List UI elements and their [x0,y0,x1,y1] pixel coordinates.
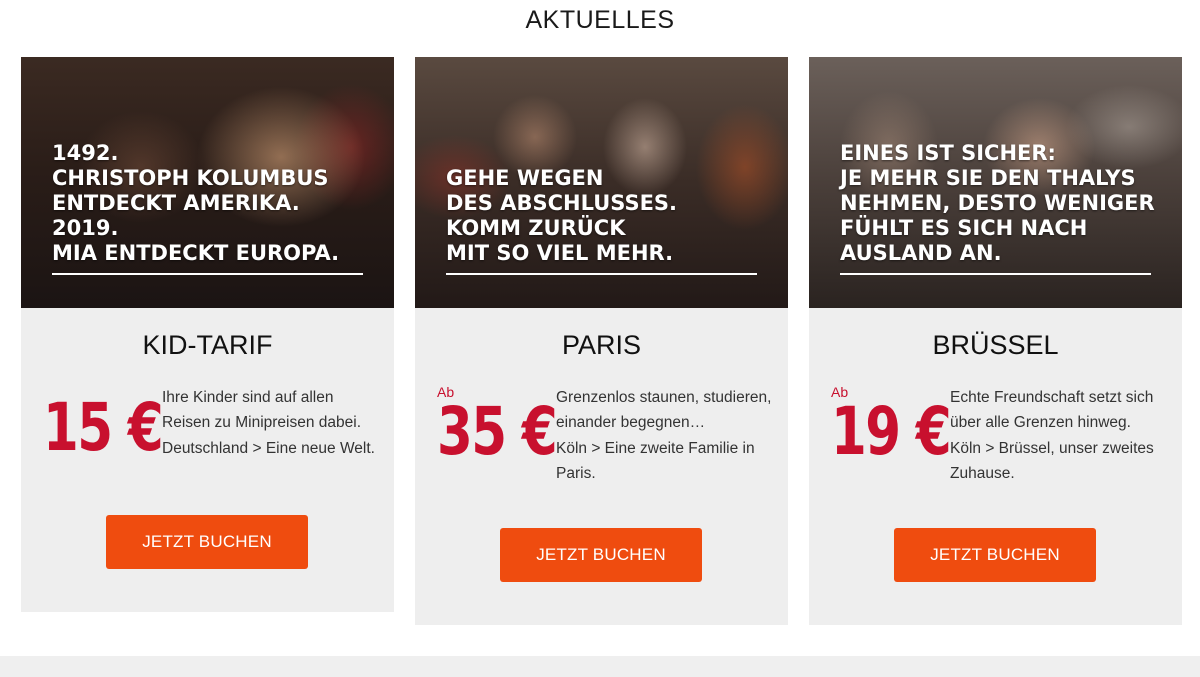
promo-image[interactable]: 1492. CHRISTOPH KOLUMBUS ENTDECKT AMERIK… [21,57,394,308]
description-text: Echte Freundschaft setzt sich über alle … [950,389,1154,432]
price-block: 15 € [43,389,164,480]
image-headline: 1492. CHRISTOPH KOLUMBUS ENTDECKT AMERIK… [52,141,340,265]
description-text: Grenzenlos staunen, studieren, einander … [556,389,772,432]
offer-description: Ihre Kinder sind auf allen Reisen zu Min… [162,385,378,461]
offer-description: Echte Freundschaft setzt sich über alle … [950,385,1166,486]
headline-underline [840,273,1151,275]
footer-strip [0,656,1200,677]
price-amount: 35 € [437,393,558,470]
book-now-button[interactable]: JETZT BUCHEN [500,528,702,582]
card-title: PARIS [561,330,642,360]
description-text: Ihre Kinder sind auf allen Reisen zu Min… [162,389,362,432]
description-route: Köln > Brüssel, unser zweites Zuhause. [950,439,1154,482]
offer-card-paris: GEHE WEGEN DES ABSCHLUSSES. KOMM ZURÜCK … [415,57,788,625]
offer-card-bruessel: EINES IST SICHER: JE MEHR SIE DEN THALYS… [809,57,1182,625]
price-block: Ab 19 € [831,384,952,474]
book-now-button[interactable]: JETZT BUCHEN [106,515,308,569]
image-headline: EINES IST SICHER: JE MEHR SIE DEN THALYS… [840,141,1155,265]
image-headline: GEHE WEGEN DES ABSCHLUSSES. KOMM ZURÜCK … [446,166,678,265]
description-route: Köln > Eine zweite Familie in Paris. [556,439,755,482]
card-title: KID-TARIF [142,330,273,360]
price-block: Ab 35 € [437,384,558,474]
promo-image[interactable]: EINES IST SICHER: JE MEHR SIE DEN THALYS… [809,57,1182,308]
description-route: Deutschland > Eine neue Welt. [162,439,375,457]
offer-description: Grenzenlos staunen, studieren, einander … [556,385,772,486]
card-title: BRÜSSEL [932,330,1059,360]
price-amount: 19 € [831,393,952,470]
section-title: AKTUELLES [525,6,675,34]
headline-underline [446,273,757,275]
promo-image[interactable]: GEHE WEGEN DES ABSCHLUSSES. KOMM ZURÜCK … [415,57,788,308]
book-now-button[interactable]: JETZT BUCHEN [894,528,1096,582]
price-amount: 15 € [43,389,164,466]
offer-card-kid-tarif: 1492. CHRISTOPH KOLUMBUS ENTDECKT AMERIK… [21,57,394,612]
headline-underline [52,273,363,275]
